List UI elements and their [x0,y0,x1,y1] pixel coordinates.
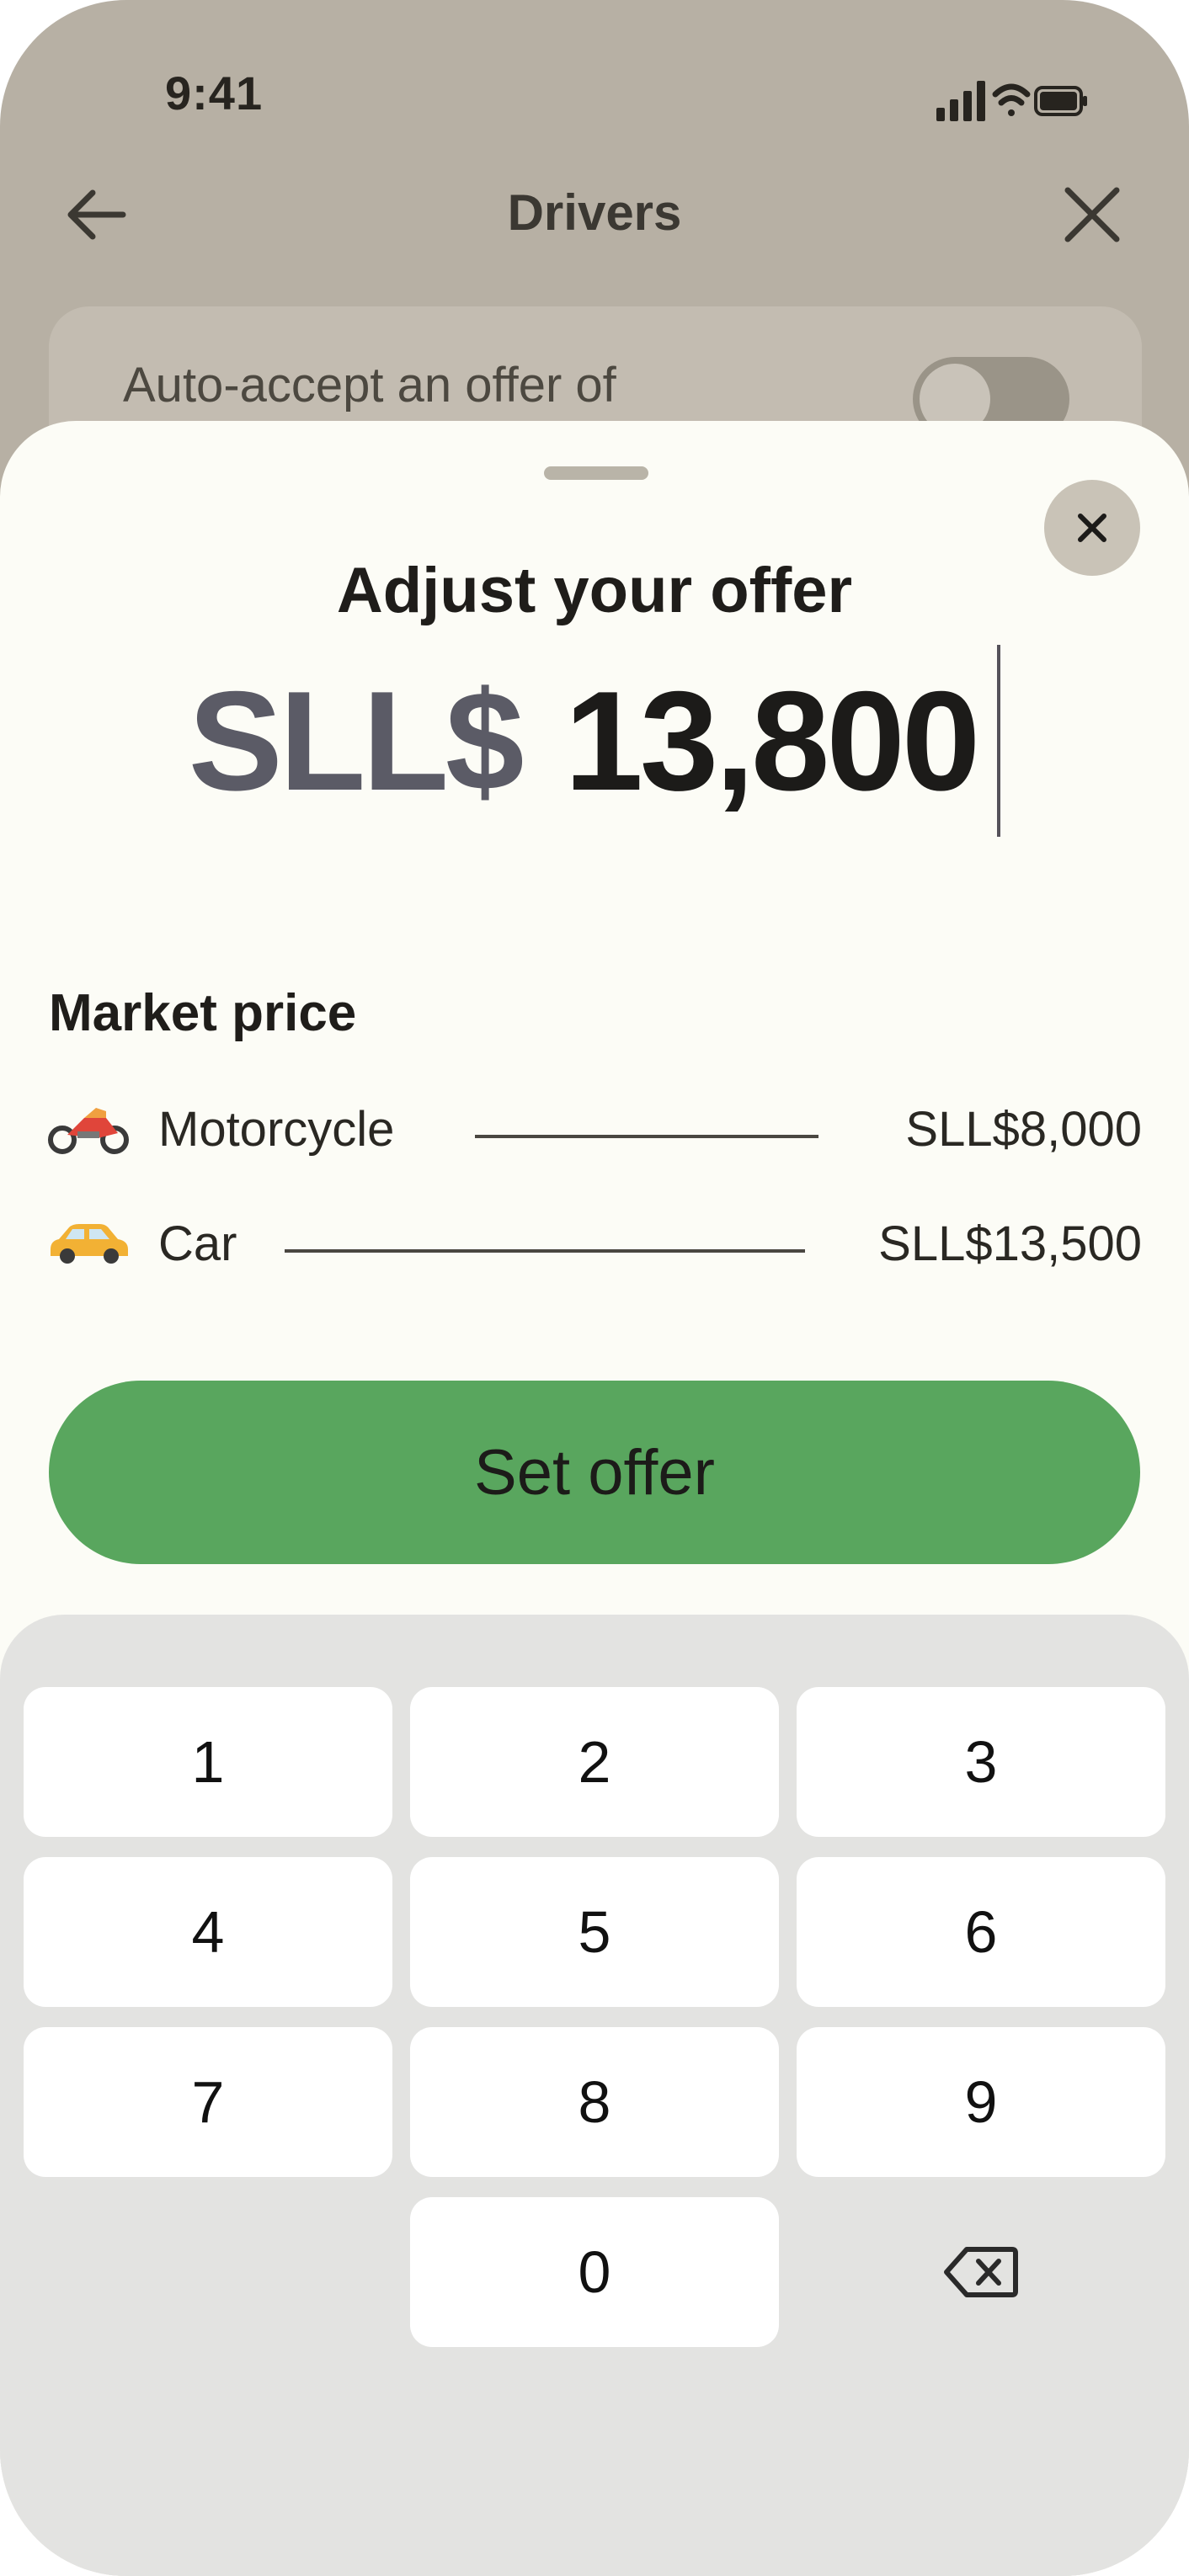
status-icons [936,77,1088,129]
key-3[interactable]: 3 [797,1687,1165,1837]
key-4[interactable]: 4 [24,1857,392,2007]
offer-amount-input[interactable]: SLL$ 13,800 [0,645,1189,837]
auto-accept-label: Auto-accept an offer of [123,358,616,412]
sheet-grabber[interactable] [544,466,648,480]
currency-label: SLL$ [188,661,525,820]
key-0[interactable]: 0 [410,2197,779,2347]
text-caret [997,645,1001,837]
key-9[interactable]: 9 [797,2027,1165,2177]
market-row-motorcycle: Motorcycle SLL$8,000 [47,1094,1142,1162]
set-offer-button[interactable]: Set offer [49,1381,1140,1564]
backspace-icon [944,2247,1018,2297]
market-row-car: Car SLL$13,500 [47,1209,1142,1276]
status-time: 9:41 [165,67,264,120]
sheet-title: Adjust your offer [336,555,853,626]
vehicle-name: Motorcycle [158,1102,395,1157]
motorcycle-icon [48,1108,129,1154]
nav-bar: Drivers [0,168,1189,261]
leader-line [285,1249,805,1253]
vehicle-price: SLL$8,000 [905,1102,1142,1157]
vehicle-name: Car [158,1216,237,1271]
vehicle-price: SLL$13,500 [878,1216,1142,1271]
wifi-icon [992,83,1031,116]
key-8[interactable]: 8 [410,2027,779,2177]
offer-amount: 13,800 [564,661,980,820]
key-2[interactable]: 2 [410,1687,779,1837]
key-7[interactable]: 7 [24,2027,392,2177]
leader-line [475,1135,818,1138]
backspace-key[interactable] [797,2197,1165,2347]
page-title: Drivers [507,184,682,241]
battery-icon [1034,86,1087,116]
close-icon[interactable] [1054,177,1130,253]
key-1[interactable]: 1 [24,1687,392,1837]
key-5[interactable]: 5 [410,1857,779,2007]
key-6[interactable]: 6 [797,1857,1165,2007]
signal-icon [936,81,985,121]
phone-screen: 9:41 Drivers Auto-accept an offer of Adj… [0,0,1189,2576]
car-icon [51,1224,128,1264]
status-bar: 9:41 [0,0,1189,168]
numeric-keypad: 1 2 3 4 5 6 7 8 9 0 [0,1615,1189,2576]
close-icon [1078,514,1106,542]
market-price-title: Market price [49,984,357,1042]
